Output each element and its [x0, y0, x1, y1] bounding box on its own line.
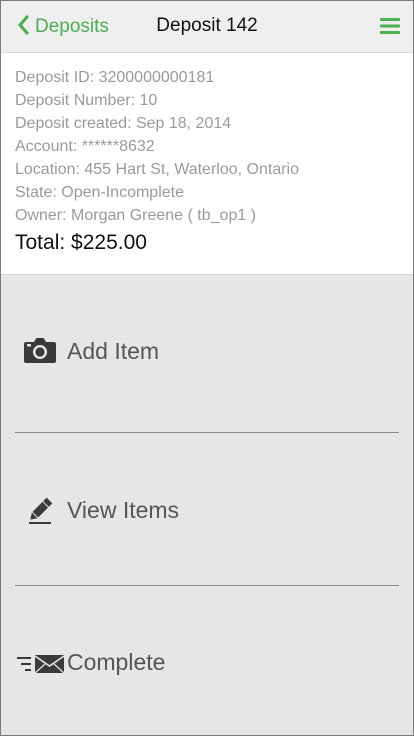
view-items-label: View Items	[67, 497, 180, 523]
pencil-icon	[27, 497, 55, 530]
complete-label: Complete	[67, 649, 166, 675]
complete-button[interactable]: Complete	[1, 586, 413, 735]
deposit-created: Deposit created: Sep 18, 2014	[15, 115, 232, 132]
deposit-id: Deposit ID: 3200000000181	[15, 69, 215, 86]
deposit-total: Total: $225.00	[15, 231, 147, 254]
deposit-location: Location: 455 Hart St, Waterloo, Ontario	[15, 161, 299, 178]
deposit-state: State: Open-Incomplete	[15, 184, 184, 201]
send-mail-icon	[17, 654, 65, 679]
deposit-info-panel: Deposit ID: 3200000000181 Deposit Number…	[1, 53, 413, 275]
menu-button[interactable]	[379, 16, 401, 36]
hamburger-menu-icon	[380, 18, 400, 34]
add-item-button[interactable]: Add Item	[1, 275, 413, 432]
page-title: Deposit 142	[156, 15, 258, 36]
deposit-owner: Owner: Morgan Greene ( tb_op1 )	[15, 207, 257, 224]
nav-header: Deposits Deposit 142	[1, 1, 413, 53]
camera-icon	[23, 336, 57, 369]
view-items-button[interactable]: View Items	[1, 433, 413, 585]
deposit-detail-screen: Deposits Deposit 142 Deposit ID: 3200000…	[0, 0, 414, 736]
deposit-number: Deposit Number: 10	[15, 92, 158, 109]
deposit-account: Account: ******8632	[15, 138, 155, 155]
add-item-label: Add Item	[67, 338, 160, 364]
